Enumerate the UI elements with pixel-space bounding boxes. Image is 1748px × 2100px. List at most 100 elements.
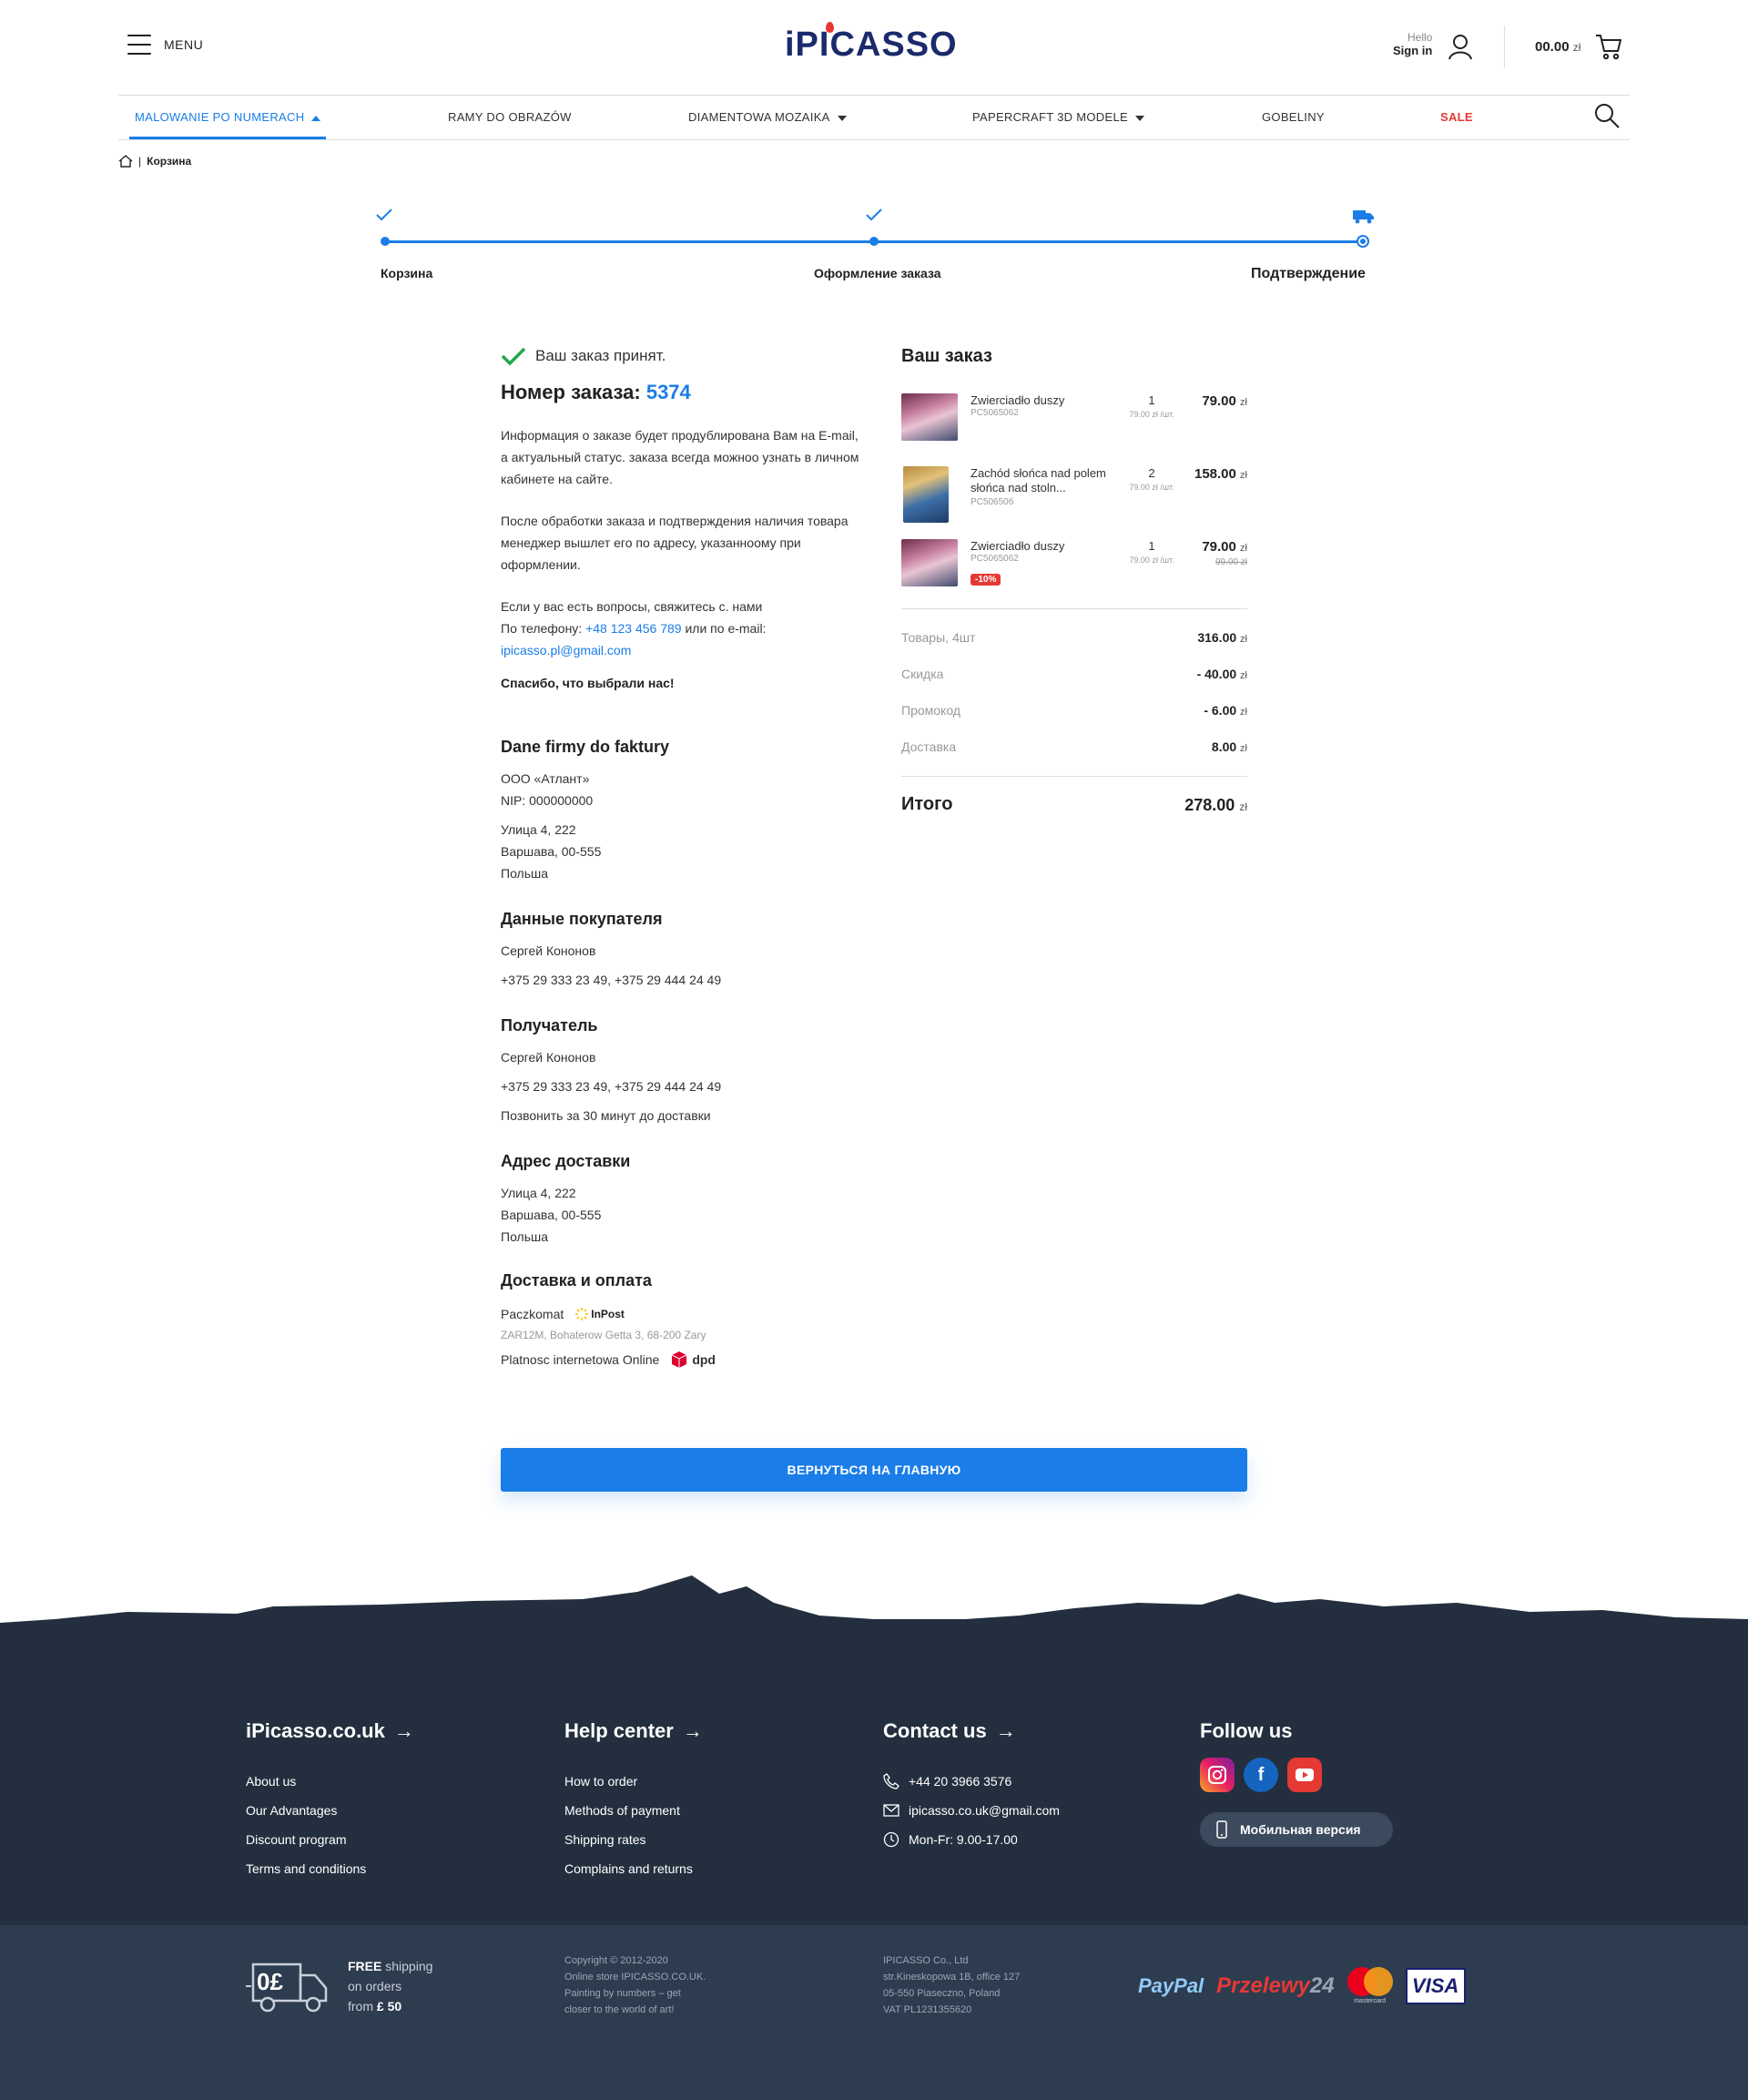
nav-item-sale[interactable]: SALE bbox=[1440, 96, 1473, 139]
check-icon bbox=[866, 209, 882, 221]
footer-title-help[interactable]: Help center → bbox=[564, 1719, 703, 1743]
logo-text: iPICASSO bbox=[785, 25, 958, 64]
main-nav: MALOWANIE PO NUMERACH RAMY DO OBRAZÓW DI… bbox=[118, 95, 1630, 140]
step-dot-current bbox=[1357, 235, 1369, 248]
home-icon[interactable] bbox=[118, 155, 133, 168]
nav-item-diamentowa[interactable]: DIAMENTOWA MOZAIKA bbox=[688, 96, 847, 139]
footer-email[interactable]: ipicasso.co.uk@gmail.com bbox=[883, 1796, 1060, 1825]
product-name[interactable]: Zachód słońca nad polem słońca nad stoln… bbox=[971, 466, 1116, 495]
payment-logos: PayPal Przelewy24 mastercard VISA bbox=[1138, 1967, 1466, 2004]
product-unit-price: 79.00 zł /шт. bbox=[1129, 483, 1174, 492]
recipient-title: Получатель bbox=[501, 1016, 598, 1035]
footer-link[interactable]: How to order bbox=[564, 1767, 703, 1796]
product-thumbnail[interactable] bbox=[901, 539, 958, 586]
address-section: Адрес доставки Улица 4, 222 Варшава, 00-… bbox=[501, 1152, 865, 1248]
cart-total: 00.00 zł bbox=[1535, 39, 1581, 55]
paypal-logo: PayPal bbox=[1138, 1973, 1204, 1997]
recipient-section: Получатель Сергей Кононов +375 29 333 23… bbox=[501, 1016, 865, 1126]
nav-item-gobeliny[interactable]: GOBELINY bbox=[1262, 96, 1325, 139]
youtube-icon[interactable] bbox=[1287, 1758, 1322, 1792]
company-nip: NIP: 000000000 bbox=[501, 793, 594, 808]
breadcrumb-separator: | bbox=[138, 155, 142, 168]
recipient-note: Позвонить за 30 минут до доставки bbox=[501, 1108, 711, 1123]
cart-item: Zachód słońca nad polem słońca nad stoln… bbox=[901, 466, 1247, 525]
phone-icon bbox=[883, 1773, 899, 1789]
step-label-confirmation: Подтверждение bbox=[1251, 266, 1366, 281]
social-links: f bbox=[1200, 1758, 1393, 1792]
caret-up-icon bbox=[311, 115, 321, 121]
buyer-section: Данные покупателя Сергей Кононов +375 29… bbox=[501, 910, 865, 991]
product-thumbnail[interactable] bbox=[901, 393, 958, 441]
step-label-checkout: Оформление заказа bbox=[814, 266, 941, 280]
footer-phone[interactable]: +44 20 3966 3576 bbox=[883, 1767, 1060, 1796]
company-country: Польша bbox=[501, 866, 549, 881]
phone-link[interactable]: +48 123 456 789 bbox=[585, 621, 682, 636]
logo-drop-icon bbox=[826, 22, 834, 33]
sign-in-link[interactable]: Hello Sign in bbox=[1393, 31, 1432, 57]
delivery-section: Доставка и оплата Paczkomat InPost ZAR12… bbox=[501, 1271, 865, 1371]
order-summary: Ваш заказ Zwierciadło duszy PC5065062 1 … bbox=[901, 346, 1247, 814]
visa-logo: VISA bbox=[1405, 1967, 1466, 2004]
product-price: 79.00 zł bbox=[1202, 539, 1247, 555]
user-icon[interactable] bbox=[1448, 33, 1473, 60]
search-icon[interactable] bbox=[1593, 102, 1621, 129]
summary-discount: Скидка - 40.00 zł bbox=[901, 667, 1247, 681]
mobile-version-button[interactable]: Мобильная версия bbox=[1200, 1812, 1393, 1847]
nav-item-ramy[interactable]: RAMY DO OBRAZÓW bbox=[448, 96, 572, 139]
inpost-icon bbox=[575, 1308, 589, 1320]
free-shipping-text: FREE shipping on orders from £ 50 bbox=[348, 1959, 433, 2013]
footer-col-help: Help center → How to order Methods of pay… bbox=[564, 1719, 703, 1883]
product-name[interactable]: Zwierciadło duszy bbox=[971, 539, 1116, 554]
footer-title-site[interactable]: iPicasso.co.uk → bbox=[246, 1719, 414, 1743]
buyer-title: Данные покупателя bbox=[501, 910, 663, 928]
facebook-icon[interactable]: f bbox=[1244, 1758, 1278, 1792]
step-label-cart: Корзина bbox=[381, 266, 433, 280]
cart-icon[interactable] bbox=[1595, 33, 1622, 60]
footer-title-contact[interactable]: Contact us → bbox=[883, 1719, 1060, 1743]
delivery-truck-icon: 0£ bbox=[246, 1962, 328, 2013]
order-number-value: 5374 bbox=[645, 381, 691, 403]
company-name: ООО «Атлант» bbox=[501, 771, 590, 786]
footer-link[interactable]: Complains and returns bbox=[564, 1854, 703, 1883]
footer-title-follow: Follow us bbox=[1200, 1719, 1293, 1742]
product-code: PC5065062 bbox=[971, 554, 1019, 564]
copyright-text: Copyright © 2012-2020 Online store IPICA… bbox=[564, 1955, 706, 2015]
address-street: Улица 4, 222 bbox=[501, 1186, 576, 1200]
nav-item-papercraft[interactable]: PAPERCRAFT 3D MODELE bbox=[972, 96, 1144, 139]
footer-link[interactable]: Methods of payment bbox=[564, 1796, 703, 1825]
footer-link[interactable]: Our Advantages bbox=[246, 1796, 414, 1825]
payment-method: Platnosc internetowa Online bbox=[501, 1352, 660, 1367]
instagram-icon[interactable] bbox=[1200, 1758, 1235, 1792]
footer-link[interactable]: Terms and conditions bbox=[246, 1854, 414, 1883]
footer-link[interactable]: About us bbox=[246, 1767, 414, 1796]
divider bbox=[901, 608, 1247, 609]
product-qty: 2 bbox=[1148, 466, 1155, 480]
product-name[interactable]: Zwierciadło duszy bbox=[971, 393, 1116, 408]
delivery-point-address: ZAR12M, Bohaterow Getta 3, 68-200 Zary bbox=[501, 1329, 706, 1341]
summary-goods: Товары, 4шт 316.00 zł bbox=[901, 630, 1247, 645]
product-price: 158.00 zł bbox=[1194, 466, 1247, 482]
company-section: Dane firmy do faktury ООО «Атлант» NIP: … bbox=[501, 738, 865, 884]
recipient-name: Сергей Кононов bbox=[501, 1050, 596, 1065]
delivery-title: Доставка и оплата bbox=[501, 1271, 652, 1290]
footer-link[interactable]: Discount program bbox=[246, 1825, 414, 1854]
przelewy24-logo: Przelewy24 bbox=[1216, 1973, 1335, 1998]
menu-button[interactable]: MENU bbox=[127, 35, 203, 55]
menu-label: MENU bbox=[164, 37, 204, 52]
product-thumbnail[interactable] bbox=[903, 466, 949, 523]
footer-link[interactable]: Shipping rates bbox=[564, 1825, 703, 1854]
smartphone-icon bbox=[1216, 1820, 1227, 1839]
company-street: Улица 4, 222 bbox=[501, 822, 576, 837]
email-link[interactable]: ipicasso.pl@gmail.com bbox=[501, 643, 631, 658]
svg-text:0£: 0£ bbox=[257, 1968, 283, 1995]
logo[interactable]: iPICASSO bbox=[785, 22, 958, 65]
dpd-cube-icon bbox=[672, 1351, 687, 1368]
product-old-price: 99.00 zł bbox=[1214, 557, 1247, 567]
nav-item-malowanie[interactable]: MALOWANIE PO NUMERACH bbox=[129, 96, 327, 139]
recipient-phones: +375 29 333 23 49, +375 29 444 24 49 bbox=[501, 1079, 722, 1094]
back-home-button[interactable]: ВЕРНУТЬСЯ НА ГЛАВНУЮ bbox=[501, 1448, 1247, 1492]
buyer-phones: +375 29 333 23 49, +375 29 444 24 49 bbox=[501, 973, 722, 987]
hello-text: Hello bbox=[1407, 31, 1433, 44]
step-dot bbox=[381, 237, 390, 246]
summary-promocode: Промокод - 6.00 zł bbox=[901, 703, 1247, 718]
